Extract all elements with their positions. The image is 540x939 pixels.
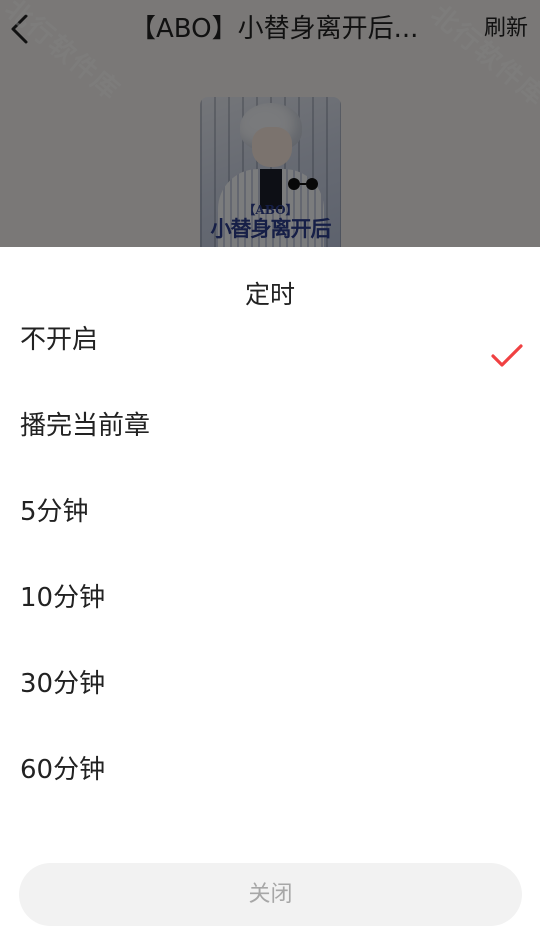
timer-option-end-of-chapter[interactable]: 播完当前章: [0, 403, 540, 489]
player-background: 【ABO】小替身离开后... 刷新 【ABO】 小替身离开后 北行软件库 北行软…: [0, 0, 540, 247]
close-button[interactable]: 关闭: [19, 863, 522, 926]
timer-option-60-min[interactable]: 60分钟: [0, 747, 540, 833]
timer-bottom-sheet: 定时 不开启 播完当前章 5分钟 10分钟 30分钟 60分钟 关闭: [0, 247, 540, 939]
option-label: 播完当前章: [20, 411, 151, 441]
option-label: 5分钟: [20, 497, 89, 527]
timer-option-10-min[interactable]: 10分钟: [0, 575, 540, 661]
sheet-title: 定时: [244, 280, 295, 309]
timer-option-5-min[interactable]: 5分钟: [0, 489, 540, 575]
modal-dim-overlay[interactable]: [0, 0, 540, 247]
timer-option-off[interactable]: 不开启: [0, 317, 540, 403]
checkmark-icon: [491, 344, 523, 367]
option-label: 10分钟: [20, 583, 106, 613]
option-label: 30分钟: [20, 669, 106, 699]
timer-options-list: 不开启 播完当前章 5分钟 10分钟 30分钟 60分钟: [0, 317, 540, 833]
option-label: 不开启: [20, 325, 99, 355]
option-label: 60分钟: [20, 755, 106, 785]
timer-option-30-min[interactable]: 30分钟: [0, 661, 540, 747]
